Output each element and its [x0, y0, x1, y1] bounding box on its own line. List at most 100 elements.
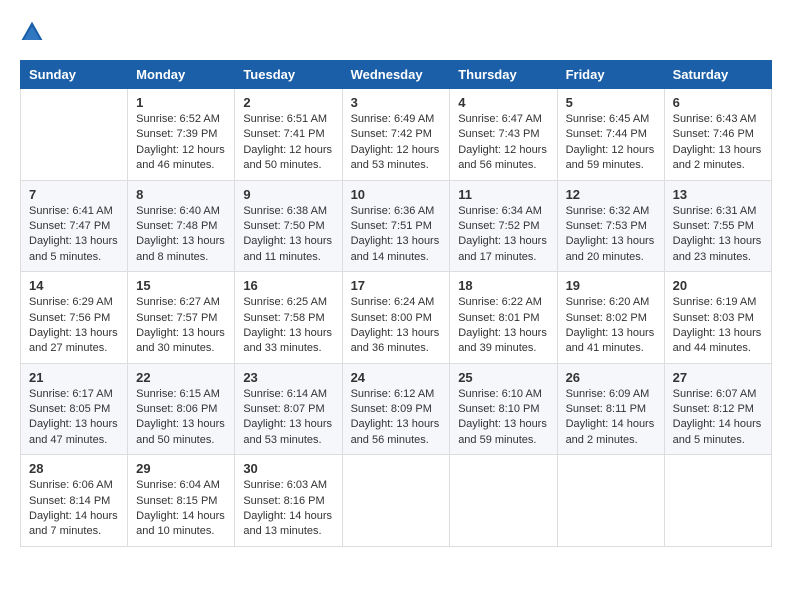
day-number: 27 [673, 370, 763, 385]
calendar-cell: 7 Sunrise: 6:41 AM Sunset: 7:47 PM Dayli… [21, 180, 128, 272]
day-number: 19 [566, 278, 656, 293]
calendar-cell: 23 Sunrise: 6:14 AM Sunset: 8:07 PM Dayl… [235, 363, 342, 455]
sunrise-text: Sunrise: 6:41 AM [29, 205, 113, 217]
cell-content: Sunrise: 6:25 AM Sunset: 7:58 PM Dayligh… [243, 295, 333, 357]
sunrise-text: Sunrise: 6:07 AM [673, 388, 757, 400]
day-number: 2 [243, 95, 333, 110]
day-number: 3 [351, 95, 442, 110]
sunrise-text: Sunrise: 6:20 AM [566, 296, 650, 308]
calendar-cell: 27 Sunrise: 6:07 AM Sunset: 8:12 PM Dayl… [664, 363, 771, 455]
column-header-monday: Monday [128, 61, 235, 89]
day-number: 22 [136, 370, 226, 385]
daylight-text: Daylight: 13 hours and 50 minutes. [136, 418, 225, 445]
sunrise-text: Sunrise: 6:38 AM [243, 205, 327, 217]
daylight-text: Daylight: 14 hours and 2 minutes. [566, 418, 655, 445]
sunrise-text: Sunrise: 6:09 AM [566, 388, 650, 400]
sunrise-text: Sunrise: 6:40 AM [136, 205, 220, 217]
daylight-text: Daylight: 14 hours and 5 minutes. [673, 418, 762, 445]
cell-content: Sunrise: 6:49 AM Sunset: 7:42 PM Dayligh… [351, 112, 442, 174]
daylight-text: Daylight: 13 hours and 36 minutes. [351, 327, 440, 354]
calendar-cell: 16 Sunrise: 6:25 AM Sunset: 7:58 PM Dayl… [235, 272, 342, 364]
calendar-cell [557, 455, 664, 547]
sunrise-text: Sunrise: 6:34 AM [458, 205, 542, 217]
day-number: 29 [136, 461, 226, 476]
sunrise-text: Sunrise: 6:24 AM [351, 296, 435, 308]
sunset-text: Sunset: 8:10 PM [458, 403, 539, 415]
cell-content: Sunrise: 6:27 AM Sunset: 7:57 PM Dayligh… [136, 295, 226, 357]
cell-content: Sunrise: 6:03 AM Sunset: 8:16 PM Dayligh… [243, 478, 333, 540]
sunset-text: Sunset: 8:16 PM [243, 495, 324, 507]
day-number: 18 [458, 278, 548, 293]
calendar-cell: 11 Sunrise: 6:34 AM Sunset: 7:52 PM Dayl… [450, 180, 557, 272]
cell-content: Sunrise: 6:22 AM Sunset: 8:01 PM Dayligh… [458, 295, 548, 357]
cell-content: Sunrise: 6:04 AM Sunset: 8:15 PM Dayligh… [136, 478, 226, 540]
calendar-cell: 15 Sunrise: 6:27 AM Sunset: 7:57 PM Dayl… [128, 272, 235, 364]
day-number: 5 [566, 95, 656, 110]
daylight-text: Daylight: 14 hours and 7 minutes. [29, 510, 118, 537]
sunset-text: Sunset: 8:14 PM [29, 495, 110, 507]
daylight-text: Daylight: 12 hours and 46 minutes. [136, 144, 225, 171]
calendar-cell: 4 Sunrise: 6:47 AM Sunset: 7:43 PM Dayli… [450, 89, 557, 181]
sunrise-text: Sunrise: 6:52 AM [136, 113, 220, 125]
calendar-cell: 30 Sunrise: 6:03 AM Sunset: 8:16 PM Dayl… [235, 455, 342, 547]
daylight-text: Daylight: 12 hours and 53 minutes. [351, 144, 440, 171]
day-number: 1 [136, 95, 226, 110]
calendar-week-row: 28 Sunrise: 6:06 AM Sunset: 8:14 PM Dayl… [21, 455, 772, 547]
cell-content: Sunrise: 6:41 AM Sunset: 7:47 PM Dayligh… [29, 204, 119, 266]
column-header-tuesday: Tuesday [235, 61, 342, 89]
cell-content: Sunrise: 6:34 AM Sunset: 7:52 PM Dayligh… [458, 204, 548, 266]
calendar-cell [664, 455, 771, 547]
cell-content: Sunrise: 6:20 AM Sunset: 8:02 PM Dayligh… [566, 295, 656, 357]
sunrise-text: Sunrise: 6:15 AM [136, 388, 220, 400]
cell-content: Sunrise: 6:47 AM Sunset: 7:43 PM Dayligh… [458, 112, 548, 174]
day-number: 12 [566, 187, 656, 202]
daylight-text: Daylight: 13 hours and 17 minutes. [458, 235, 547, 262]
daylight-text: Daylight: 13 hours and 11 minutes. [243, 235, 332, 262]
daylight-text: Daylight: 13 hours and 5 minutes. [29, 235, 118, 262]
sunrise-text: Sunrise: 6:12 AM [351, 388, 435, 400]
calendar-cell: 28 Sunrise: 6:06 AM Sunset: 8:14 PM Dayl… [21, 455, 128, 547]
sunset-text: Sunset: 7:47 PM [29, 220, 110, 232]
daylight-text: Daylight: 13 hours and 41 minutes. [566, 327, 655, 354]
daylight-text: Daylight: 13 hours and 33 minutes. [243, 327, 332, 354]
day-number: 15 [136, 278, 226, 293]
calendar-cell: 1 Sunrise: 6:52 AM Sunset: 7:39 PM Dayli… [128, 89, 235, 181]
day-number: 20 [673, 278, 763, 293]
day-number: 9 [243, 187, 333, 202]
calendar-week-row: 7 Sunrise: 6:41 AM Sunset: 7:47 PM Dayli… [21, 180, 772, 272]
calendar-cell: 8 Sunrise: 6:40 AM Sunset: 7:48 PM Dayli… [128, 180, 235, 272]
calendar-table: SundayMondayTuesdayWednesdayThursdayFrid… [20, 60, 772, 547]
sunrise-text: Sunrise: 6:17 AM [29, 388, 113, 400]
cell-content: Sunrise: 6:52 AM Sunset: 7:39 PM Dayligh… [136, 112, 226, 174]
sunrise-text: Sunrise: 6:29 AM [29, 296, 113, 308]
sunrise-text: Sunrise: 6:47 AM [458, 113, 542, 125]
sunset-text: Sunset: 8:07 PM [243, 403, 324, 415]
calendar-cell: 25 Sunrise: 6:10 AM Sunset: 8:10 PM Dayl… [450, 363, 557, 455]
cell-content: Sunrise: 6:10 AM Sunset: 8:10 PM Dayligh… [458, 387, 548, 449]
daylight-text: Daylight: 13 hours and 14 minutes. [351, 235, 440, 262]
cell-content: Sunrise: 6:09 AM Sunset: 8:11 PM Dayligh… [566, 387, 656, 449]
sunrise-text: Sunrise: 6:10 AM [458, 388, 542, 400]
day-number: 10 [351, 187, 442, 202]
daylight-text: Daylight: 12 hours and 56 minutes. [458, 144, 547, 171]
day-number: 25 [458, 370, 548, 385]
sunset-text: Sunset: 7:56 PM [29, 312, 110, 324]
sunset-text: Sunset: 8:05 PM [29, 403, 110, 415]
sunset-text: Sunset: 7:44 PM [566, 128, 647, 140]
sunset-text: Sunset: 8:03 PM [673, 312, 754, 324]
sunrise-text: Sunrise: 6:36 AM [351, 205, 435, 217]
daylight-text: Daylight: 13 hours and 39 minutes. [458, 327, 547, 354]
daylight-text: Daylight: 13 hours and 30 minutes. [136, 327, 225, 354]
sunrise-text: Sunrise: 6:31 AM [673, 205, 757, 217]
daylight-text: Daylight: 12 hours and 59 minutes. [566, 144, 655, 171]
cell-content: Sunrise: 6:51 AM Sunset: 7:41 PM Dayligh… [243, 112, 333, 174]
daylight-text: Daylight: 13 hours and 2 minutes. [673, 144, 762, 171]
page-header [20, 20, 772, 44]
column-header-saturday: Saturday [664, 61, 771, 89]
calendar-cell: 29 Sunrise: 6:04 AM Sunset: 8:15 PM Dayl… [128, 455, 235, 547]
daylight-text: Daylight: 13 hours and 20 minutes. [566, 235, 655, 262]
sunrise-text: Sunrise: 6:25 AM [243, 296, 327, 308]
calendar-cell: 19 Sunrise: 6:20 AM Sunset: 8:02 PM Dayl… [557, 272, 664, 364]
sunrise-text: Sunrise: 6:49 AM [351, 113, 435, 125]
cell-content: Sunrise: 6:15 AM Sunset: 8:06 PM Dayligh… [136, 387, 226, 449]
